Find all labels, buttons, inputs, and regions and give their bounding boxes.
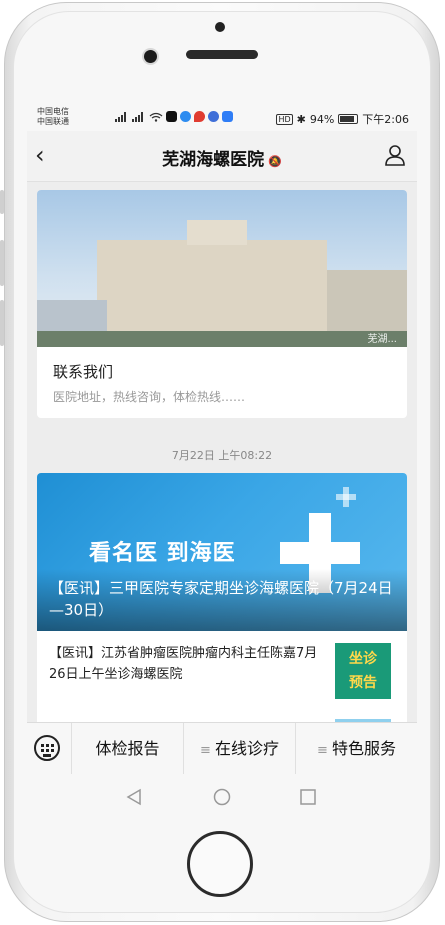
carrier-labels: 中国电信 中国联通 [37,107,69,127]
contact-description: 医院地址，热线咨询，体检热线…… [53,390,246,404]
location-icon [194,111,205,122]
message-feed[interactable]: 芜湖... 联系我们 医院地址，热线咨询，体检热线…… 7月22日 上午08:2… [27,182,417,722]
keyboard-icon[interactable] [34,735,60,761]
menu-item-online-consult[interactable]: ≡ 在线诊疗 [183,723,295,775]
news-sub-item[interactable]: 【医讯】江苏省肿瘤医院肿瘤内科主任陈嘉7月26日上午坐诊海螺医院 [49,643,325,685]
top-sensor [215,22,225,32]
wifi-icon [149,112,163,122]
mute-bell-icon: 🔕 [268,155,282,168]
status-right: HD ✱ 94% 下午2:06 [276,111,409,127]
signal-icon [115,111,126,122]
alipay-icon [222,111,233,122]
building-top [187,220,247,245]
news-sub-thumbnail[interactable]: 坐诊 预告 [335,643,391,699]
bluetooth-icon: ✱ [296,112,306,126]
battery-percent: 94% [309,112,335,126]
building-main [97,240,327,345]
account-menu-bar: 体检报告 ≡ 在线诊疗 ≡ 特色服务 [27,722,417,775]
news-headline: 【医讯】三甲医院专家定期坐诊海螺医院（7月24日—30日） [49,579,393,619]
menu-item-checkup-report[interactable]: 体检报告 [71,723,183,775]
home-circle-icon[interactable] [213,788,231,806]
submenu-icon: ≡ [317,743,328,758]
profile-icon[interactable] [383,143,407,167]
earpiece-speaker [186,50,258,59]
carrier-1: 中国电信 [37,107,69,116]
trees [37,331,407,347]
browser-icon [208,111,219,122]
contact-card[interactable]: 芜湖... 联系我们 医院地址，热线咨询，体检热线…… [37,190,407,418]
news-card[interactable]: 看名医 到海医 【医讯】三甲医院专家定期坐诊海螺医院（7月24日—30日） 【医… [37,473,407,722]
signal-2-icon [132,111,143,122]
volume-down-button [0,300,4,346]
menu-label: 在线诊疗 [214,739,279,758]
system-nav-bar [27,774,417,820]
tiktok-app-icon [166,111,177,122]
menu-label: 体检报告 [95,739,160,758]
menu-item-special-services[interactable]: ≡ 特色服务 [295,723,417,775]
nav-bar: ‹ 芜湖海螺医院 🔕 [27,131,417,182]
back-triangle-icon[interactable] [125,788,143,806]
menu-label: 特色服务 [331,739,396,758]
home-button[interactable] [187,831,253,897]
volume-up-button [0,240,4,286]
medical-cross-bar [280,542,360,564]
hospital-building-image: 芜湖... [37,190,407,347]
account-name: 芜湖海螺医院 [162,150,265,170]
contact-title: 联系我们 [53,363,114,381]
thumb-line-2: 预告 [349,675,377,691]
image-watermark: 芜湖... [367,334,397,345]
small-cross-bar [336,494,356,500]
status-bar: 中国电信 中国联通 HD ✱ 94% 下午2:06 [27,105,417,131]
recent-apps-icon[interactable] [299,788,317,806]
status-icons [115,111,233,122]
banner-slogan: 看名医 到海医 [89,541,236,566]
mute-switch [0,190,4,214]
thumb-line-1: 坐诊 [349,651,377,667]
page-title: 芜湖海螺医院 🔕 [27,145,417,170]
carrier-2: 中国联通 [37,117,69,126]
battery-icon [338,114,359,124]
front-camera [144,50,157,63]
phone-screen: 中国电信 中国联通 HD ✱ 94% 下午2:06 ‹ 芜湖海螺医院 🔕 芜湖.… [27,105,417,820]
news-banner-image[interactable]: 看名医 到海医 【医讯】三甲医院专家定期坐诊海螺医院（7月24日—30日） [37,473,407,631]
app-notification-icon [180,111,191,122]
message-timestamp: 7月22日 上午08:22 [171,449,273,462]
clock: 下午2:06 [362,113,409,126]
hd-icon: HD [276,113,293,125]
submenu-icon: ≡ [200,743,211,758]
